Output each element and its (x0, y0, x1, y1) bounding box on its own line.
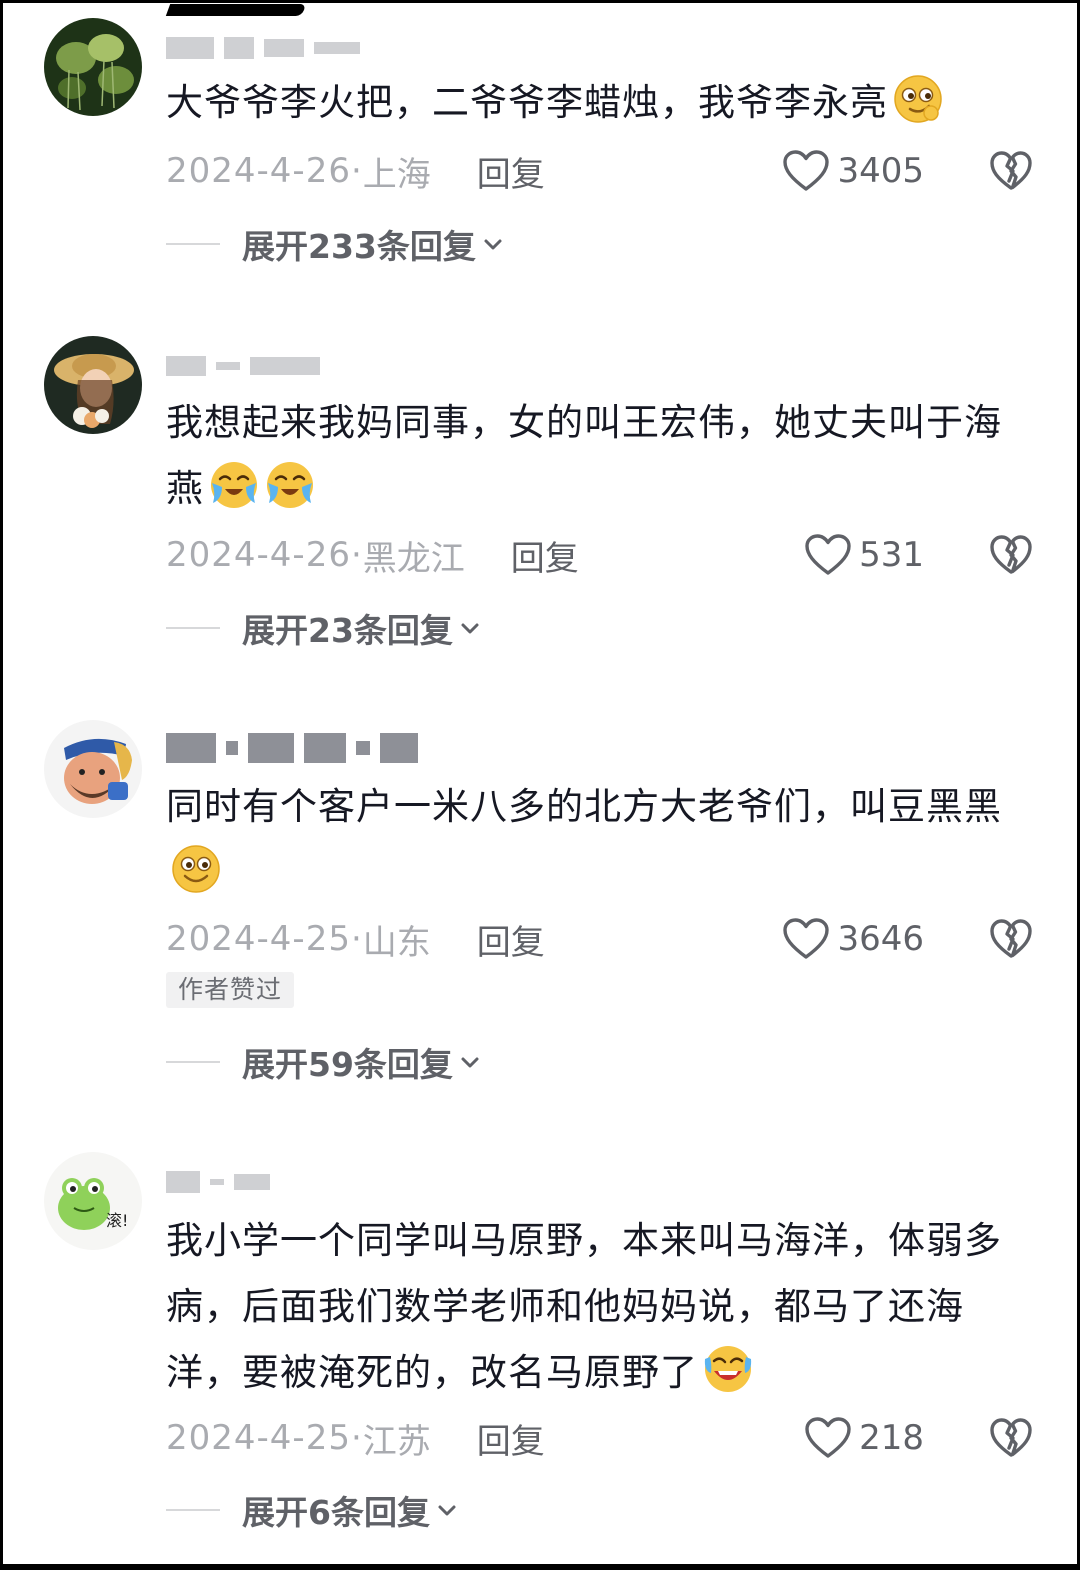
chevron-down-icon (459, 1051, 481, 1073)
comment-date: 2024-4-26· (166, 151, 363, 191)
username-redacted[interactable] (166, 28, 360, 68)
frame-left-border (0, 0, 3, 1570)
comment-meta: 2024-4-26· 黑龙江 回复 531 (166, 530, 1080, 580)
like-count: 531 (859, 535, 924, 575)
comment-text: 大爷爷李火把，二爷爷李蜡烛，我爷李永亮 (166, 70, 1026, 136)
reply-button[interactable]: 回复 (511, 531, 579, 580)
like-count: 3646 (837, 919, 924, 959)
comment-location: 黑龙江 (362, 538, 465, 579)
comment-date: 2024-4-26· (166, 535, 363, 575)
heart-icon (805, 534, 851, 576)
redaction-scribble (165, 4, 307, 16)
like-button[interactable]: 3646 (783, 918, 924, 960)
expand-replies-label: 展开23条回复 (242, 611, 453, 650)
like-count: 3405 (837, 151, 924, 191)
crying-laugh-emoji (208, 459, 260, 511)
avatar[interactable] (44, 18, 142, 116)
divider-dash (166, 243, 220, 245)
heart-icon (783, 918, 829, 960)
comment-text: 我小学一个同学叫马原野，本来叫马海洋，体弱多病，后面我们数学老师和他妈妈说，都马… (166, 1219, 1002, 1395)
comment-location: 山东 (362, 922, 431, 963)
broken-heart-icon[interactable] (990, 919, 1032, 959)
reply-button[interactable]: 回复 (477, 147, 545, 196)
comment-text: 我想起来我妈同事，女的叫王宏伟，她丈夫叫于海燕 (166, 401, 1002, 511)
chevron-down-icon (482, 233, 504, 255)
comment-meta: 2024-4-26· 上海 回复 3405 (166, 146, 1080, 196)
username-redacted[interactable] (166, 1162, 270, 1202)
comment-location: 江苏 (362, 1421, 431, 1462)
divider-dash (166, 1509, 220, 1511)
like-button[interactable]: 218 (805, 1417, 924, 1459)
comment-meta: 2024-4-25· 山东 回复 3646 (166, 914, 1080, 964)
avatar[interactable] (44, 336, 142, 434)
reply-button[interactable]: 回复 (477, 1414, 545, 1463)
chevron-down-icon (459, 617, 481, 639)
svg-text:滚!: 滚! (106, 1211, 128, 1230)
avatar[interactable]: 滚! (44, 1152, 142, 1250)
crying-laugh-emoji (264, 459, 316, 511)
comment-meta: 2024-4-25· 江苏 回复 218 (166, 1413, 1080, 1463)
frame-top-border (0, 0, 1080, 3)
comment-date: 2024-4-25· (166, 1418, 363, 1458)
comment-location: 上海 (362, 154, 431, 195)
frame-bottom-border (0, 1564, 1080, 1570)
broken-heart-icon[interactable] (990, 151, 1032, 191)
divider-dash (166, 627, 220, 629)
heart-icon (805, 1417, 851, 1459)
expand-replies-button[interactable]: 展开233条回复 (166, 224, 504, 266)
username-redacted[interactable] (166, 346, 320, 386)
expand-replies-button[interactable]: 展开59条回复 (166, 1042, 481, 1084)
broken-heart-icon[interactable] (990, 1418, 1032, 1458)
expand-replies-button[interactable]: 展开6条回复 (166, 1490, 458, 1532)
reply-button[interactable]: 回复 (477, 915, 545, 964)
expand-replies-label: 展开6条回复 (242, 1493, 430, 1532)
author-liked-badge: 作者赞过 (166, 972, 295, 1008)
comment-text: 同时有个客户一米八多的北方大老爷们，叫豆黑黑 (166, 774, 1026, 906)
expand-replies-button[interactable]: 展开23条回复 (166, 608, 481, 650)
broken-heart-icon[interactable] (990, 535, 1032, 575)
username-redacted[interactable] (166, 728, 418, 768)
rolling-laugh-emoji (702, 1343, 754, 1395)
like-count: 218 (859, 1418, 924, 1458)
smile-emoji (170, 843, 222, 895)
divider-dash (166, 1061, 220, 1063)
chevron-down-icon (436, 1499, 458, 1521)
expand-replies-label: 展开59条回复 (242, 1045, 453, 1084)
avatar[interactable] (44, 720, 142, 818)
like-button[interactable]: 3405 (783, 150, 924, 192)
expand-replies-label: 展开233条回复 (242, 227, 476, 266)
heart-icon (783, 150, 829, 192)
comment-date: 2024-4-25· (166, 919, 363, 959)
like-button[interactable]: 531 (805, 534, 924, 576)
sly-grin-emoji (892, 73, 944, 125)
